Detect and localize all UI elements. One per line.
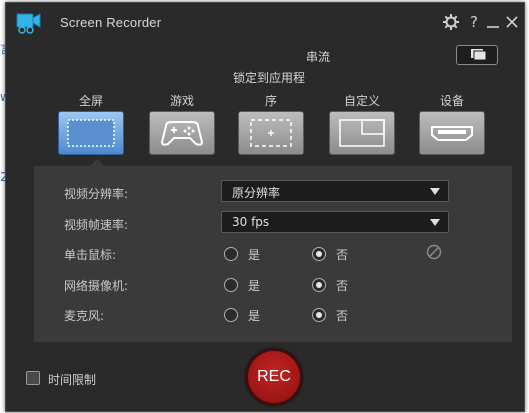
mouse-click-yes-label: 是 [248, 248, 261, 262]
mouse-click-no-label: 否 [336, 248, 349, 262]
screen-recorder-window: Screen Recorder ? 串流 锁定到应用程 全屏 游戏 序 自定义 … [5, 2, 525, 412]
custom-region-icon [339, 119, 385, 147]
microphone-no-label: 否 [336, 309, 349, 323]
microphone-label: 麦克风: [64, 309, 105, 323]
fullscreen-icon [67, 119, 115, 147]
framerate-value: 30 fps [232, 215, 270, 229]
capture-mode-bar: 全屏 游戏 序 自定义 设备 [36, 65, 506, 165]
webcam-no-radio[interactable] [312, 278, 326, 292]
mode-label-fullscreen: 全屏 [78, 94, 103, 108]
help-icon[interactable]: ? [465, 13, 483, 31]
mode-label-device: 设备 [439, 94, 464, 108]
microphone-yes-label: 是 [248, 309, 261, 323]
resolution-dropdown[interactable]: 原分辨率 [221, 180, 449, 202]
app-title: Screen Recorder [60, 15, 162, 30]
minimize-icon[interactable] [484, 13, 502, 31]
settings-gear-icon[interactable] [442, 13, 460, 31]
fullscreen-mode-button[interactable] [58, 111, 124, 155]
mode-label-lock-app: 序 [264, 94, 277, 108]
app-logo-icon [16, 13, 41, 34]
mode-label-custom: 自定义 [343, 94, 380, 108]
mouse-click-yes-radio[interactable] [224, 247, 238, 261]
resolution-label: 视频分辨率: [64, 187, 129, 201]
record-button[interactable]: REC [246, 349, 302, 405]
webcam-yes-label: 是 [248, 279, 261, 293]
title-bar[interactable]: Screen Recorder ? [6, 3, 524, 41]
lock-app-icon [250, 119, 292, 147]
chevron-down-icon [430, 219, 440, 226]
webcam-no-label: 否 [336, 279, 349, 293]
mouse-click-label: 单击鼠标: [64, 248, 117, 262]
lock-app-mode-button[interactable] [238, 111, 304, 155]
resolution-value: 原分辨率 [232, 186, 281, 200]
time-limit-label: 时间限制 [48, 373, 97, 387]
gamepad-icon [160, 121, 204, 146]
webcam-yes-radio[interactable] [224, 278, 238, 292]
microphone-yes-radio[interactable] [224, 308, 238, 322]
tab-stream[interactable]: 串流 [306, 48, 330, 65]
time-limit-checkbox[interactable] [26, 371, 40, 385]
webcam-label: 网络摄像机: [64, 279, 129, 293]
close-icon[interactable] [503, 13, 521, 31]
hdmi-device-icon [431, 126, 473, 141]
mouse-click-no-radio[interactable] [312, 247, 326, 261]
disabled-circle-icon [426, 244, 442, 260]
device-mode-button[interactable] [419, 111, 485, 155]
microphone-no-radio[interactable] [312, 308, 326, 322]
game-mode-button[interactable] [149, 111, 215, 155]
monitor-icon [471, 49, 487, 61]
chevron-down-icon [430, 188, 440, 195]
custom-mode-button[interactable] [329, 111, 395, 155]
mode-label-game: 游戏 [169, 94, 194, 108]
display-select-button[interactable] [456, 45, 498, 65]
framerate-label: 视频帧速率: [64, 218, 129, 232]
framerate-dropdown[interactable]: 30 fps [221, 211, 449, 233]
